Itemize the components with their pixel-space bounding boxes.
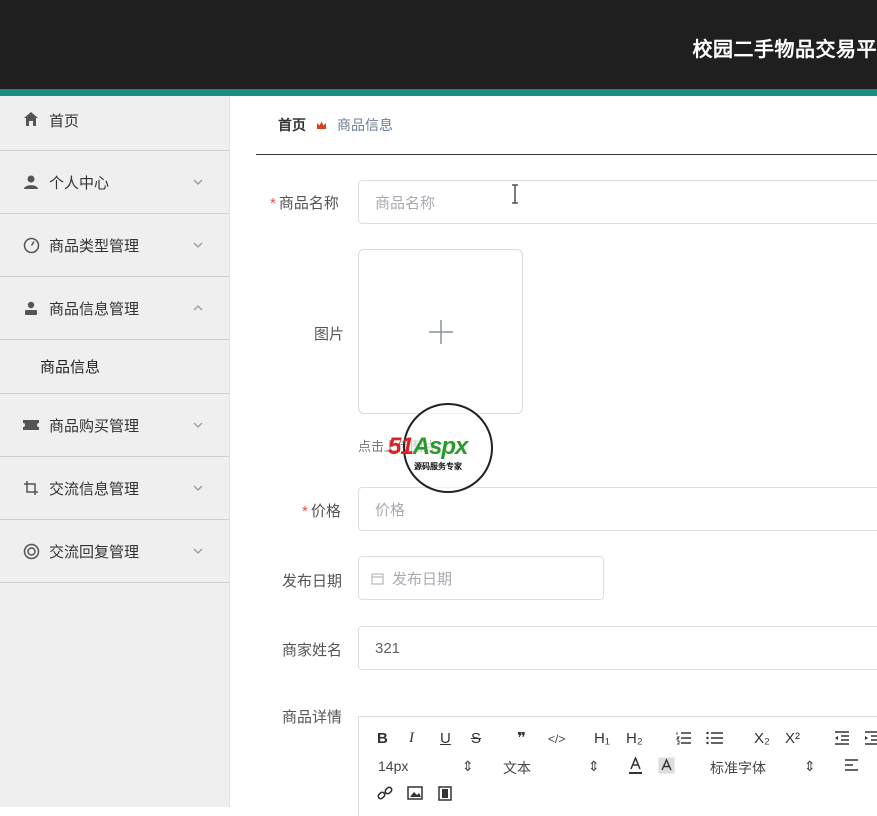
superscript-button[interactable]: X² (785, 730, 800, 747)
sidebar-item-personal[interactable]: 个人中心 (0, 151, 229, 214)
image-icon[interactable] (407, 786, 423, 800)
select-arrow-icon: ⇕ (462, 758, 474, 775)
h1-button[interactable]: H₁ (594, 730, 610, 747)
sidebar-item-label: 交流回复管理 (49, 541, 139, 562)
chevron-down-icon (191, 481, 205, 495)
placeholder: 价格 (375, 499, 405, 520)
sidebar-item-exchange-reply[interactable]: 交流回复管理 (0, 520, 229, 583)
h2-button[interactable]: H₂ (626, 730, 643, 747)
outdent-icon[interactable] (834, 731, 850, 745)
select-arrow-icon: ⇕ (804, 758, 816, 775)
name-label: *商品名称 (270, 192, 339, 213)
detail-label: 商品详情 (282, 706, 342, 727)
required-mark: * (302, 503, 308, 520)
sidebar-item-label: 商品信息管理 (49, 298, 139, 319)
sidebar-item-label: 交流信息管理 (49, 478, 139, 499)
breadcrumb: 首页 商品信息 (256, 96, 877, 155)
user-icon (22, 173, 40, 191)
lifebuoy-icon (22, 542, 40, 560)
code-block-button[interactable]: </> (548, 732, 565, 746)
strike-button[interactable]: S (471, 730, 481, 747)
sidebar-item-goods-purchase[interactable]: 商品购买管理 (0, 394, 229, 457)
text-format-select[interactable]: 文本 (503, 758, 531, 778)
indent-icon[interactable] (864, 731, 877, 745)
breadcrumb-home[interactable]: 首页 (278, 115, 306, 135)
home-icon (22, 110, 40, 128)
chevron-down-icon (191, 544, 205, 558)
placeholder: 商品名称 (375, 192, 435, 213)
bullet-list-icon[interactable] (706, 731, 724, 745)
sidebar-item-label: 商品类型管理 (49, 235, 139, 256)
watermark-subtitle: 源码服务专家 (414, 461, 462, 472)
chevron-down-icon (191, 175, 205, 189)
blockquote-button[interactable]: ❞ (517, 729, 526, 747)
text-cursor-icon (510, 184, 520, 204)
merchant-label: 商家姓名 (282, 639, 342, 660)
sidebar-item-home[interactable]: 首页 (0, 96, 229, 151)
input-value: 321 (375, 640, 400, 657)
sidebar-item-exchange-info[interactable]: 交流信息管理 (0, 457, 229, 520)
link-icon[interactable] (377, 785, 393, 801)
top-bar: 校园二手物品交易平 (0, 0, 877, 89)
subscript-button[interactable]: X₂ (754, 730, 770, 747)
align-left-icon[interactable] (844, 759, 859, 772)
sidebar-item-label: 商品购买管理 (49, 415, 139, 436)
video-icon[interactable] (438, 786, 452, 801)
font-size-value: 14px (378, 758, 408, 774)
crown-icon (316, 120, 327, 131)
bold-button[interactable]: B (377, 730, 388, 747)
chevron-down-icon (191, 418, 205, 432)
ordered-list-icon[interactable] (676, 731, 692, 745)
person-icon (22, 299, 40, 317)
goods-name-input[interactable]: 商品名称 (358, 180, 877, 224)
text-format-value: 文本 (503, 758, 531, 778)
chevron-down-icon (191, 238, 205, 252)
sidebar-item-label: 首页 (49, 110, 79, 131)
sidebar-item-goods-info[interactable]: 商品信息管理 (0, 277, 229, 340)
merchant-name-input[interactable]: 321 (358, 626, 877, 670)
select-arrow-icon: ⇕ (588, 758, 600, 775)
sidebar: 首页 个人中心 商品类型管理 商品信息管理 商品信息 商品购买管理 交流信息 (0, 96, 230, 807)
watermark-text: 51Aspx (388, 433, 467, 461)
calendar-icon (371, 572, 384, 585)
gauge-icon (22, 236, 40, 254)
underline-button[interactable]: U (440, 730, 451, 747)
date-label: 发布日期 (282, 570, 342, 591)
sidebar-item-goods-type[interactable]: 商品类型管理 (0, 214, 229, 277)
sidebar-subitem-goods-info[interactable]: 商品信息 (0, 340, 229, 394)
font-size-select[interactable]: 14px (378, 758, 408, 774)
font-family-select[interactable]: 标准字体 (710, 758, 766, 778)
background-color-icon[interactable] (658, 757, 675, 774)
ticket-icon (22, 416, 40, 434)
crop-icon (22, 479, 40, 497)
breadcrumb-current: 商品信息 (337, 115, 393, 135)
sidebar-item-label: 个人中心 (49, 172, 109, 193)
accent-strip (0, 89, 877, 96)
publish-date-picker[interactable]: 发布日期 (358, 556, 604, 600)
image-label: 图片 (314, 323, 344, 344)
placeholder: 发布日期 (392, 568, 452, 589)
italic-button[interactable]: I (409, 730, 414, 747)
price-input[interactable]: 价格 (358, 487, 877, 531)
chevron-up-icon (191, 301, 205, 315)
image-upload-box[interactable] (358, 249, 523, 414)
font-family-value: 标准字体 (710, 758, 766, 778)
price-label: *价格 (302, 500, 341, 521)
app-title: 校园二手物品交易平 (693, 33, 877, 62)
font-color-icon[interactable] (628, 757, 643, 775)
required-mark: * (270, 195, 276, 212)
plus-icon (428, 319, 454, 345)
